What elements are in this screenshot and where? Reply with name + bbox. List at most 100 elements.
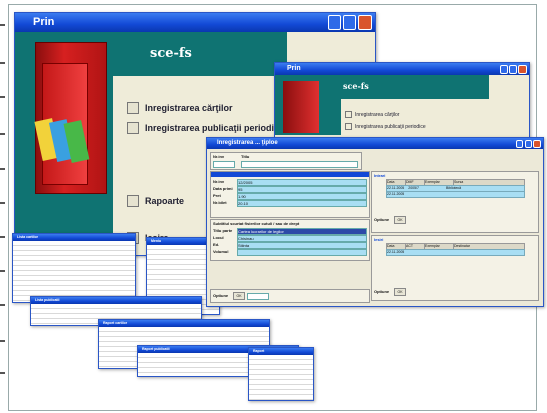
field-pret[interactable]: 1.90 — [237, 193, 367, 200]
field-titlu-parte[interactable]: Cartea lucrarilor de legilor — [237, 228, 367, 235]
menu-button-icon[interactable] — [127, 122, 139, 134]
header-label-titlu: Titlu — [241, 154, 250, 159]
app-title: sce-fs — [343, 81, 369, 91]
form-window-titlebar[interactable]: Inregistrarea ... ţiploe — [207, 138, 543, 149]
menu-item-inregistrarea-cartilor[interactable]: Inregistrarea cărţilor — [127, 102, 233, 114]
left-margin-marks — [0, 0, 6, 413]
button-label: OK — [397, 218, 403, 222]
minimize-icon[interactable] — [500, 65, 508, 74]
field-label: Nr.bilet — [213, 200, 227, 205]
window-title: Raport — [253, 349, 265, 353]
data-grid[interactable] — [13, 241, 135, 302]
window-title: Lista publicatii — [35, 298, 60, 302]
table-window-raport: Raport — [248, 347, 314, 401]
maximize-icon[interactable] — [525, 140, 532, 148]
field-label: Pret — [213, 193, 221, 198]
window-title: Prin — [33, 16, 55, 28]
nav-label: Optiune — [213, 293, 229, 298]
maximize-icon[interactable] — [343, 15, 356, 30]
window-title: Meniu — [151, 239, 162, 243]
menu-button-icon[interactable] — [345, 111, 352, 118]
main-window-titlebar[interactable]: Prin — [15, 13, 375, 32]
field-value: 1.90 — [238, 194, 246, 199]
teal-header-band — [113, 32, 287, 76]
ok-button[interactable]: OK — [394, 288, 406, 296]
menu-item-rapoarte[interactable]: Rapoarte — [127, 195, 184, 207]
table-window-lista-cartilor: Lista cartilor — [12, 233, 136, 303]
nav-label: Optiune — [374, 289, 390, 294]
menu-item-publicatii-periodice[interactable]: Inregistrarea publicaţii periodice — [127, 122, 284, 134]
field-label: Titlu parte — [213, 228, 233, 233]
button-label: OK — [397, 290, 403, 294]
window-title: Raport cartilor — [103, 321, 128, 325]
window-title: Raport publicatii — [142, 347, 170, 351]
menu-button-icon[interactable] — [127, 102, 139, 114]
field-label: Ed. — [213, 242, 220, 247]
subsection-title: Subtitlul scurtat fisierilor cutuli / sa… — [213, 221, 300, 226]
field-value: 12/2005 — [238, 180, 253, 185]
record-input[interactable] — [247, 293, 269, 300]
field-label: Volumul — [213, 249, 229, 254]
table-window-titlebar[interactable]: Lista cartilor — [13, 234, 135, 241]
close-icon[interactable] — [533, 140, 541, 148]
cabinet-logo — [34, 42, 107, 194]
field-label: Locul — [213, 235, 224, 240]
table-row[interactable]: 22.11.2005 — [386, 191, 525, 198]
minimize-icon[interactable] — [328, 15, 341, 30]
field-ed[interactable]: Stiinta — [237, 242, 367, 249]
close-icon[interactable] — [358, 15, 372, 30]
column-label: ACT — [406, 244, 413, 248]
field-locul[interactable]: Chisinau — [237, 235, 367, 242]
iesiri-section: Iesiri Data ACT Exemplar Destinatar 22.1… — [371, 235, 539, 301]
table-window-titlebar[interactable]: Lista publicatii — [31, 297, 201, 304]
form-window-body: Nr.inv Titlu Nr.inv 12/2005 Data primi 9… — [207, 149, 543, 306]
column-label: DMF — [406, 180, 414, 184]
maximize-icon[interactable] — [509, 65, 517, 74]
header-section: Nr.inv Titlu — [210, 152, 362, 170]
menu-button-icon[interactable] — [345, 123, 352, 130]
subtitle-section: Subtitlul scurtat fisierilor cutuli / sa… — [210, 219, 370, 261]
field-value: 20.10 — [238, 201, 249, 206]
window-title: Prin — [287, 65, 301, 72]
minimize-icon[interactable] — [516, 140, 523, 148]
column-label: Exemplar — [425, 244, 440, 248]
field-nrbilet[interactable]: 20.10 — [237, 200, 367, 207]
table-row[interactable]: 22.11.2005 — [386, 249, 525, 256]
section-header — [211, 172, 369, 177]
nav-label: Optiune — [374, 217, 390, 222]
intrari-label: Intrari — [374, 173, 386, 178]
column-label: Destinatar — [454, 244, 470, 248]
menu-item-inregistrarea-cartilor[interactable]: Inregistrarea cărţilor — [345, 111, 399, 118]
intrari-section: Intrari Data DMF Exemplar Sursa 22.11.20… — [371, 171, 539, 233]
field-label: Nr.inv — [213, 179, 225, 184]
window-title: Inregistrarea ... ţiploe — [217, 140, 278, 146]
column-label: Sursa — [454, 180, 464, 184]
cell: 22.11.2005 — [387, 250, 405, 254]
nrinv-select[interactable] — [213, 161, 235, 168]
button-label: OK — [236, 294, 242, 298]
fields-section: Nr.inv 12/2005 Data primi 95 Pret 1.90 N… — [210, 171, 370, 218]
second-window-titlebar[interactable]: Prin — [275, 63, 529, 75]
field-value: Chisinau — [238, 236, 254, 241]
window-title: Lista cartilor — [17, 235, 39, 239]
field-data-primi[interactable]: 95 — [237, 186, 367, 193]
table-window-titlebar[interactable]: Raport — [249, 348, 313, 355]
iesiri-label: Iesiri — [374, 237, 384, 242]
field-volumul[interactable] — [237, 249, 367, 256]
form-window: Inregistrarea ... ţiploe Nr.inv Titlu Nr… — [206, 137, 544, 307]
cell: 2005/7 — [408, 186, 419, 190]
titlu-select[interactable] — [241, 161, 358, 168]
close-icon[interactable] — [518, 65, 527, 74]
menu-button-icon[interactable] — [127, 195, 139, 207]
ok-button[interactable]: OK — [233, 292, 245, 300]
ok-button[interactable]: OK — [394, 216, 406, 224]
cell: 22.11.2005 — [387, 192, 405, 196]
navigation-bar: Optiune OK — [210, 289, 370, 303]
field-nrinv[interactable]: 12/2005 — [237, 179, 367, 186]
teal-side-panel — [275, 75, 341, 135]
menu-item-publicatii-periodice[interactable]: Inregistrarea publicaţii periodice — [345, 123, 426, 130]
cell: 22.11.2005 — [387, 186, 405, 190]
cell: Bibliotecă — [445, 186, 462, 190]
table-window-titlebar[interactable]: Raport cartilor — [99, 320, 269, 327]
data-grid[interactable] — [249, 355, 313, 400]
